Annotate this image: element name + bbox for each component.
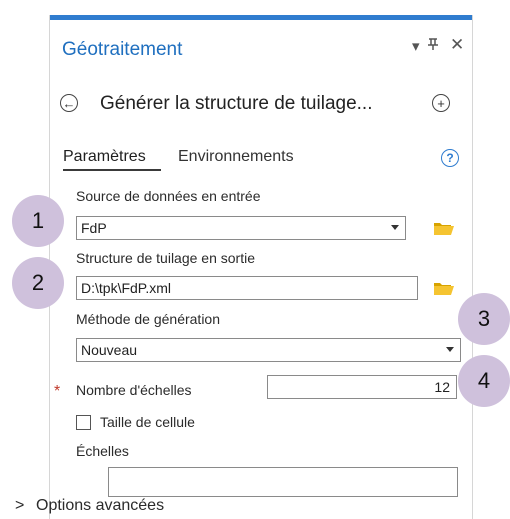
scales-input[interactable] bbox=[108, 467, 458, 497]
generation-method-value: Nouveau bbox=[81, 342, 138, 358]
pin-icon[interactable] bbox=[427, 37, 439, 55]
scales-label: Échelles bbox=[76, 443, 129, 459]
add-icon[interactable]: + bbox=[432, 94, 450, 112]
callout-4: 4 bbox=[458, 355, 510, 407]
chevron-right-icon: > bbox=[15, 497, 25, 514]
callout-1: 1 bbox=[12, 195, 64, 247]
generation-method-select[interactable]: Nouveau bbox=[76, 338, 461, 362]
generation-method-label: Méthode de génération bbox=[76, 311, 220, 327]
close-icon[interactable]: ✕ bbox=[450, 35, 464, 55]
advanced-options-toggle[interactable]: Options avancées bbox=[36, 497, 164, 515]
cell-size-checkbox[interactable] bbox=[76, 415, 91, 430]
pane-accent-bar bbox=[50, 15, 472, 20]
browse-folder-icon[interactable] bbox=[433, 220, 455, 236]
output-structure-value: D:\tpk\FdP.xml bbox=[81, 280, 171, 296]
pin-glyph-icon bbox=[428, 38, 438, 50]
callout-3: 3 bbox=[458, 293, 510, 345]
pane-title: Géotraitement bbox=[62, 39, 183, 60]
required-marker: * bbox=[54, 383, 61, 400]
geoprocessing-pane: Géotraitement ▾ ✕ ← Générer la structure… bbox=[49, 15, 473, 519]
tab-environments[interactable]: Environnements bbox=[178, 148, 294, 166]
help-icon[interactable]: ? bbox=[441, 149, 459, 167]
scale-count-label: Nombre d'échelles bbox=[76, 382, 192, 398]
input-source-value: FdP bbox=[81, 220, 107, 236]
cell-size-label: Taille de cellule bbox=[100, 414, 195, 430]
callout-2: 2 bbox=[12, 257, 64, 309]
output-structure-input[interactable]: D:\tpk\FdP.xml bbox=[76, 276, 418, 300]
active-tab-indicator bbox=[63, 169, 161, 171]
chevron-down-icon bbox=[391, 225, 399, 230]
tab-parameters[interactable]: Paramètres bbox=[63, 148, 146, 166]
chevron-down-icon bbox=[446, 347, 454, 352]
pane-menu-icon[interactable]: ▾ bbox=[412, 37, 420, 55]
scale-count-value: 12 bbox=[434, 379, 450, 395]
output-structure-label: Structure de tuilage en sortie bbox=[76, 250, 255, 266]
scale-count-input[interactable]: 12 bbox=[267, 375, 457, 399]
input-source-label: Source de données en entrée bbox=[76, 188, 261, 204]
input-source-select[interactable]: FdP bbox=[76, 216, 406, 240]
browse-folder-icon[interactable] bbox=[433, 280, 455, 296]
tool-title: Générer la structure de tuilage... bbox=[100, 93, 373, 114]
back-icon[interactable]: ← bbox=[60, 94, 78, 112]
advanced-chevron-outer[interactable]: > bbox=[15, 497, 24, 515]
